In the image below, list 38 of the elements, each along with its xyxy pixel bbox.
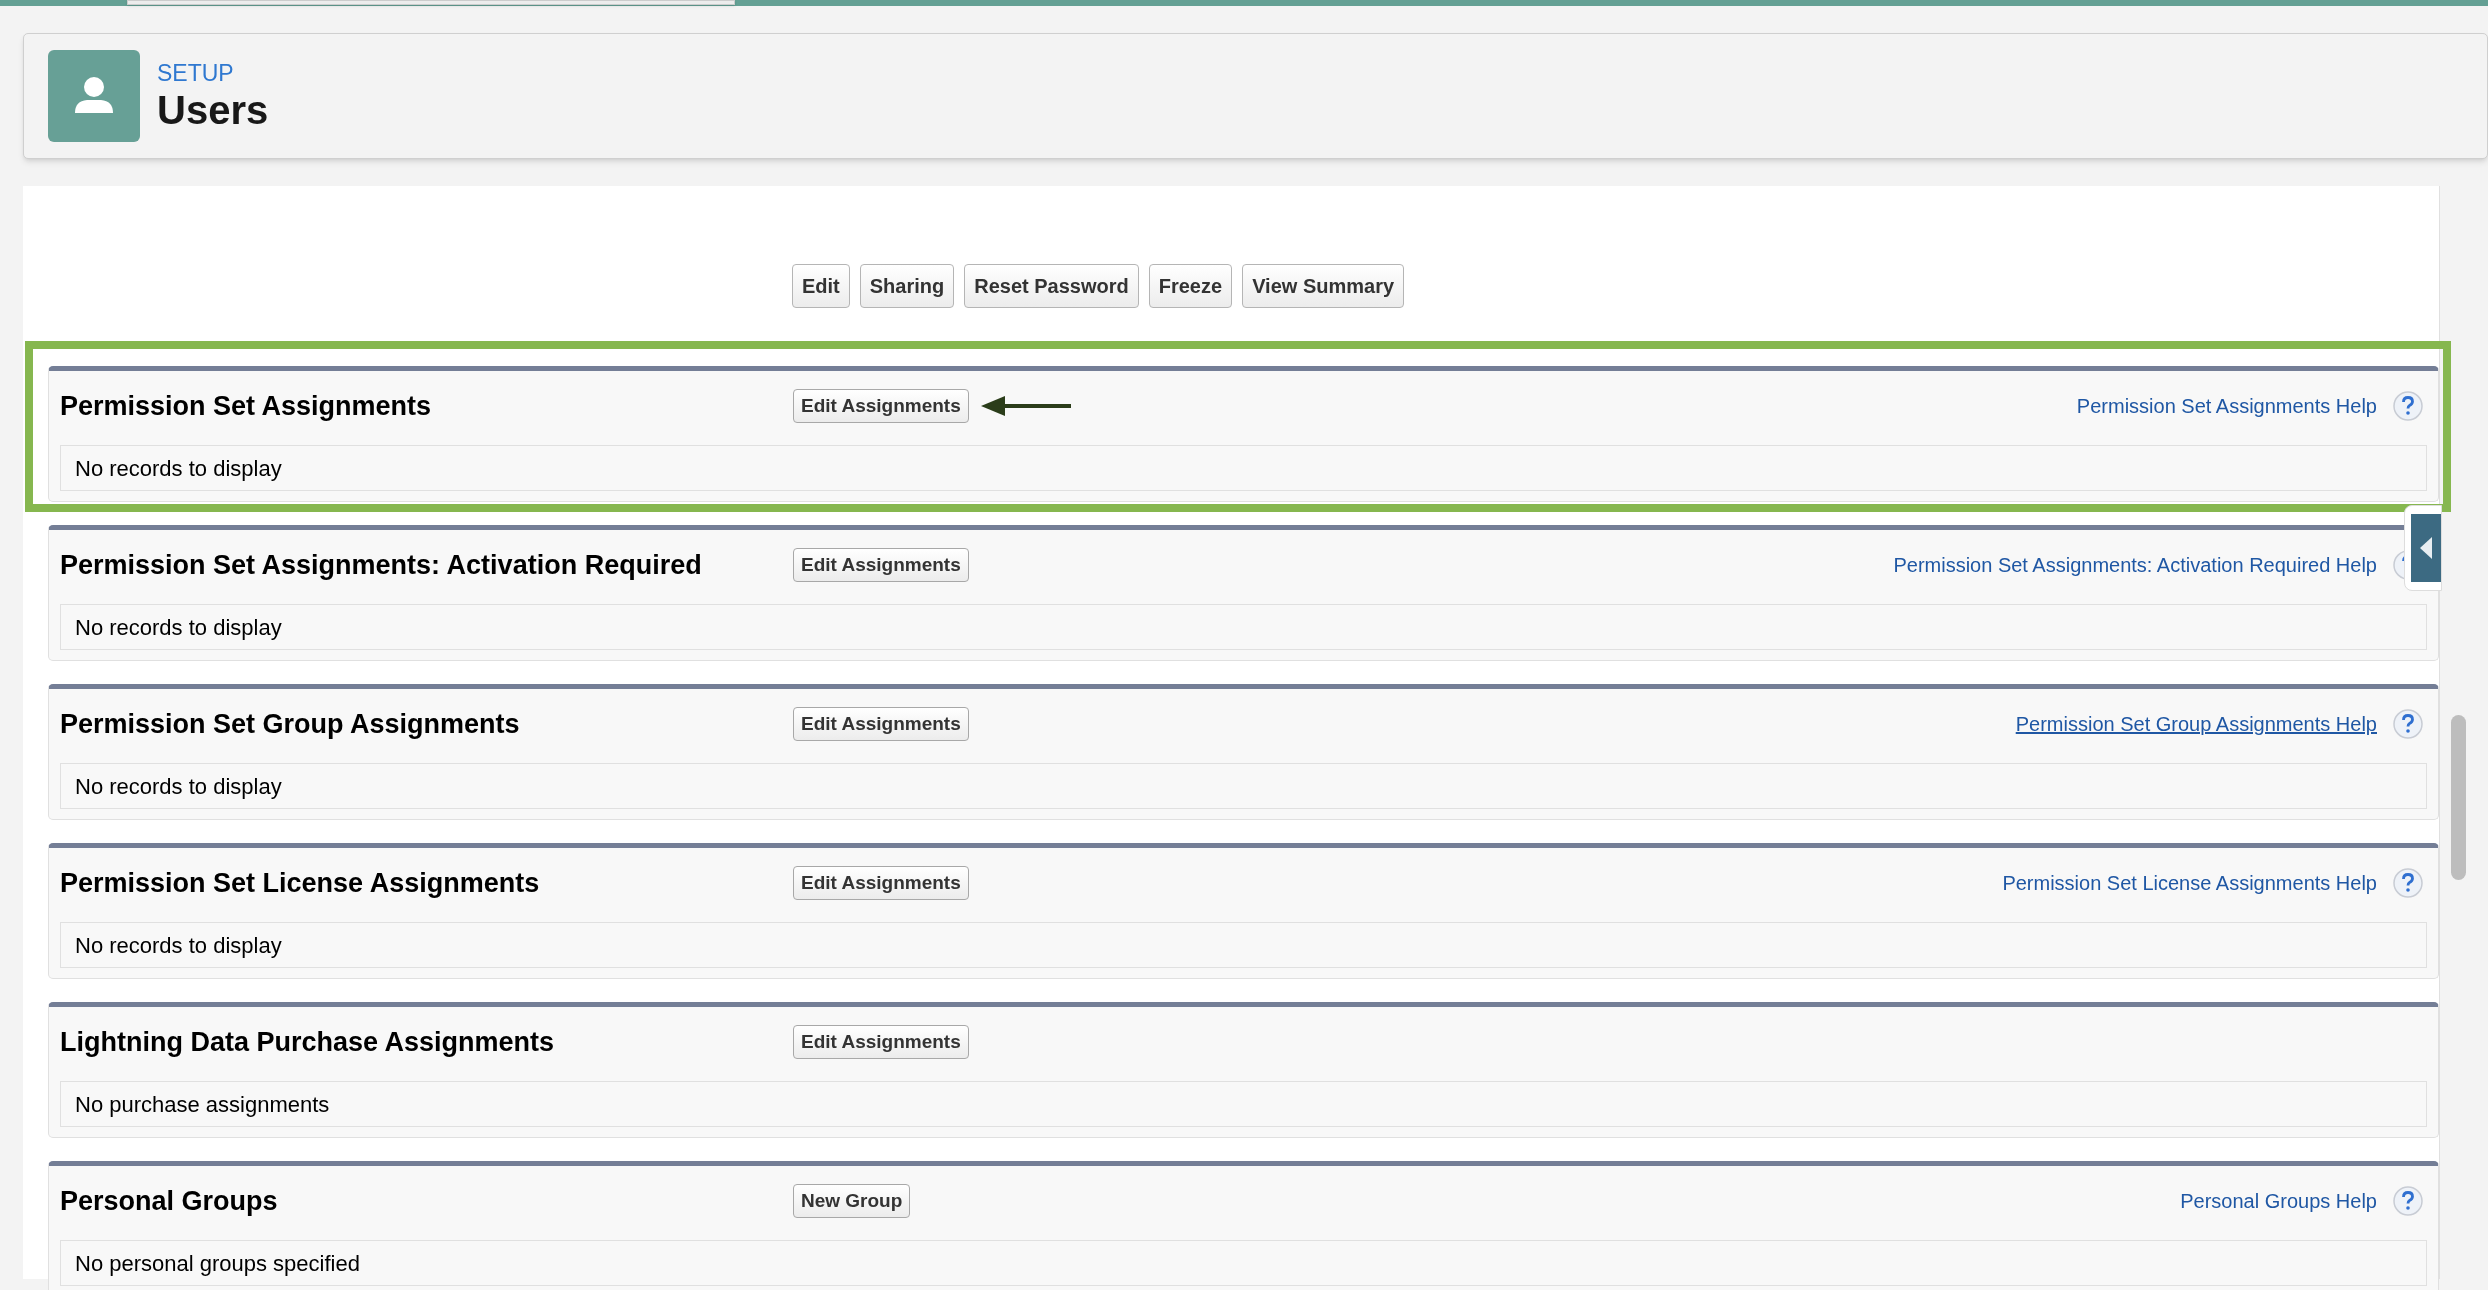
action-button[interactable]: View Summary (1242, 264, 1405, 308)
empty-message: No records to display (75, 931, 282, 960)
help-link[interactable]: Permission Set Assignments: Activation Required Help (1893, 550, 2377, 580)
help-icon[interactable] (2393, 709, 2423, 739)
section-button[interactable]: Edit Assignments (793, 389, 969, 423)
section-title: Permission Set Assignments: Activation Required (60, 548, 703, 582)
help-link[interactable]: Permission Set License Assignments Help (2002, 868, 2377, 898)
section-title: Permission Set Group Assignments (60, 707, 521, 741)
help-icon[interactable] (2393, 391, 2423, 421)
users-icon (48, 50, 140, 142)
action-button[interactable]: Edit (792, 264, 850, 308)
caret-icon (2420, 537, 2432, 559)
help-link[interactable]: Permission Set Group Assignments Help (2015, 709, 2377, 739)
section-button[interactable]: New Group (793, 1184, 911, 1218)
empty-message: No personal groups specified (75, 1249, 360, 1278)
help-icon[interactable] (2393, 1186, 2423, 1216)
section-title: Personal Groups (60, 1184, 279, 1218)
section-button[interactable]: Edit Assignments (793, 866, 969, 900)
empty-message: No records to display (75, 772, 282, 801)
action-button[interactable]: Reset Password (964, 264, 1139, 308)
action-button[interactable]: Sharing (859, 264, 955, 308)
empty-message: No purchase assignments (75, 1090, 330, 1119)
help-link[interactable]: Personal Groups Help (2180, 1186, 2377, 1216)
section-button[interactable]: Edit Assignments (793, 707, 969, 741)
section-button[interactable]: Edit Assignments (793, 548, 969, 582)
section-button[interactable]: Edit Assignments (793, 1025, 969, 1059)
help-icon[interactable] (2393, 868, 2423, 898)
scrollbar[interactable] (2451, 715, 2466, 880)
section-title: Permission Set License Assignments (60, 866, 541, 900)
page-title: Users (157, 87, 269, 133)
empty-message: No records to display (75, 454, 282, 483)
section-title: Permission Set Assignments (60, 389, 433, 423)
action-button[interactable]: Freeze (1148, 264, 1233, 308)
help-link[interactable]: Permission Set Assignments Help (2076, 391, 2377, 421)
sidebar-toggle[interactable] (2404, 505, 2442, 591)
breadcrumb-label: SETUP (157, 59, 235, 87)
empty-message: No records to display (75, 613, 282, 642)
section-title: Lightning Data Purchase Assignments (60, 1025, 556, 1059)
